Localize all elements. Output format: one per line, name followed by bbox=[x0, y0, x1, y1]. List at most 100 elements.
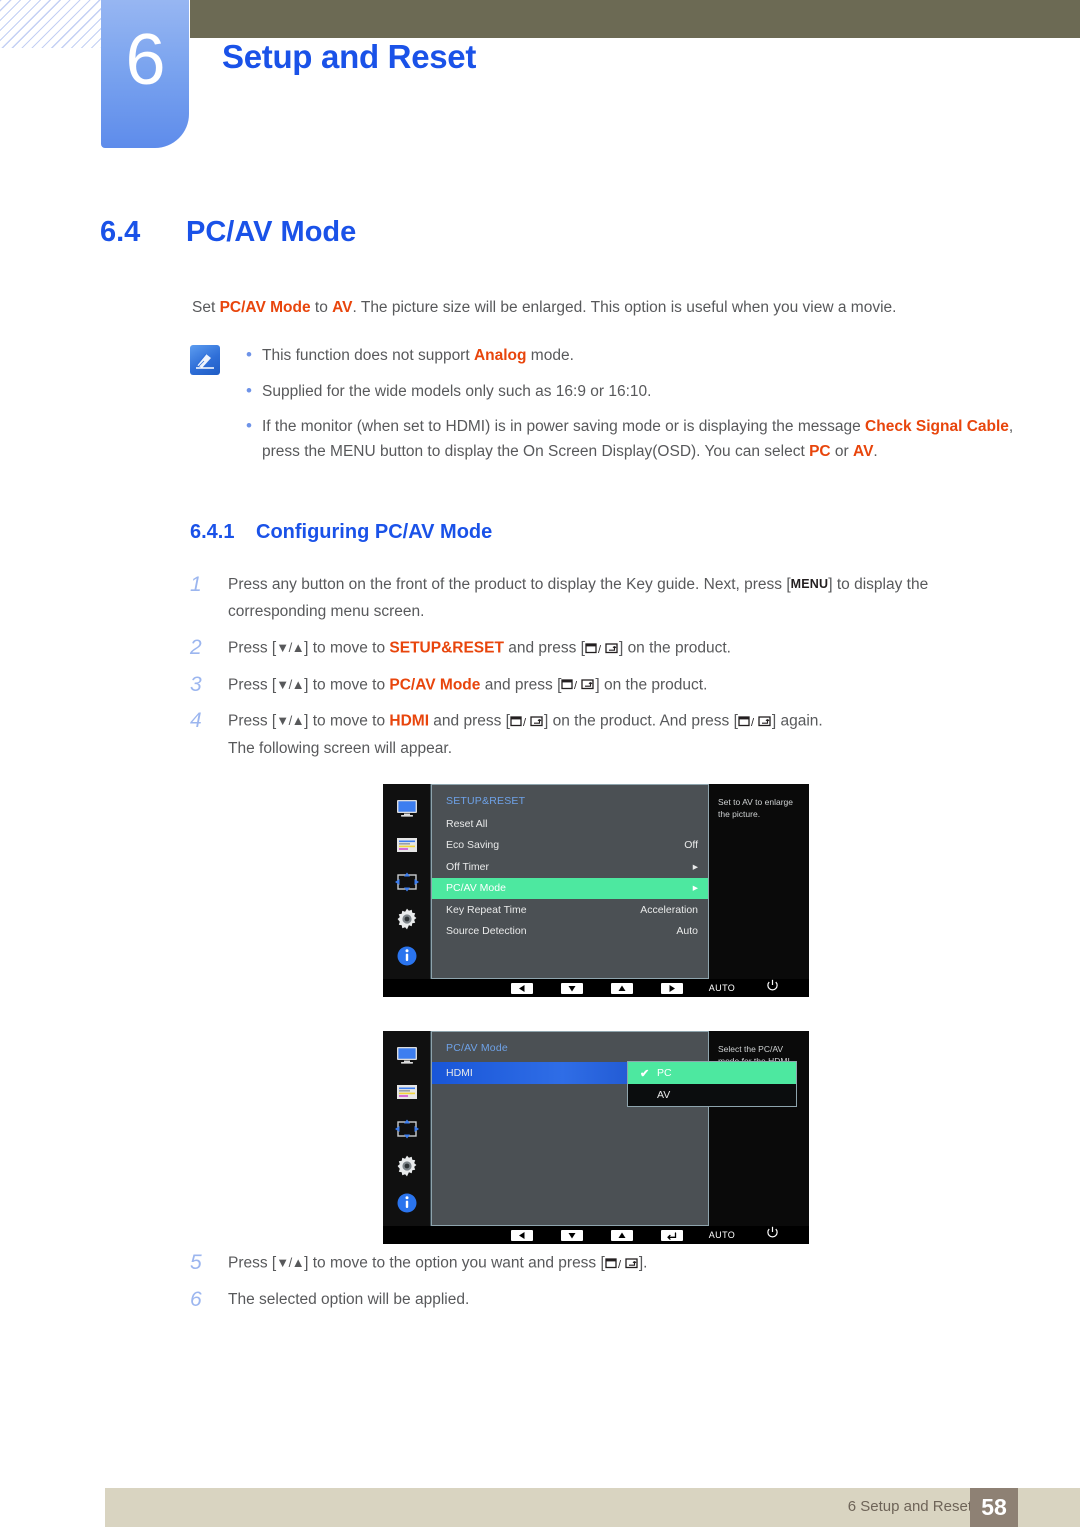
bullet-glyph: • bbox=[246, 345, 252, 364]
step-number: 3 bbox=[190, 672, 202, 696]
right-arrow-icon[interactable] bbox=[661, 982, 683, 994]
source-enter-keys-icon: / bbox=[605, 1257, 639, 1270]
osd1-body: SETUP&RESET Reset All Eco Saving Off Off… bbox=[431, 784, 709, 979]
osd1-row-eco-saving[interactable]: Eco Saving Off bbox=[432, 835, 708, 857]
s4-term: HDMI bbox=[389, 712, 429, 730]
step-text: The selected option will be applied. bbox=[228, 1290, 470, 1308]
enter-icon[interactable] bbox=[661, 1229, 683, 1241]
subsection-number: 6.4.1 bbox=[190, 521, 235, 543]
step-item: 2 Press [▼/▲] to move to SETUP&RESET and… bbox=[190, 634, 1020, 662]
bullet-glyph: • bbox=[246, 416, 252, 435]
intro-prefix: Set bbox=[192, 299, 220, 316]
power-icon[interactable] bbox=[766, 979, 779, 997]
s5-p2: ] to move to the option you want and pre… bbox=[304, 1254, 605, 1272]
osd1-tooltip: Set to AV to enlarge the picture. bbox=[709, 784, 809, 979]
osd1-main: SETUP&RESET Reset All Eco Saving Off Off… bbox=[383, 784, 809, 979]
up-arrow-icon[interactable] bbox=[611, 1229, 633, 1241]
info-icon[interactable] bbox=[394, 1192, 420, 1214]
s4-p5: ] again. bbox=[771, 712, 823, 730]
osd1-value: Acceleration bbox=[640, 903, 698, 916]
subsection-heading: 6.4.1 Configuring PC/AV Mode bbox=[190, 521, 492, 544]
intro-mid: to bbox=[310, 299, 333, 316]
picture-icon[interactable] bbox=[394, 834, 420, 856]
power-icon[interactable] bbox=[766, 1226, 779, 1244]
source-enter-keys-icon: / bbox=[561, 678, 595, 691]
osd2-option-label: AV bbox=[657, 1089, 671, 1101]
s2-p1: Press [ bbox=[228, 639, 277, 657]
osd2-title: PC/AV Mode bbox=[446, 1042, 508, 1054]
down-arrow-icon[interactable] bbox=[561, 1229, 583, 1241]
osd1-label: Key Repeat Time bbox=[446, 903, 527, 916]
note0-term-analog: Analog bbox=[473, 347, 527, 364]
s2-p4: ] on the product. bbox=[618, 639, 731, 657]
osd1-sidebar bbox=[383, 784, 431, 979]
note2-a: If the monitor (when set to HDMI) is in … bbox=[262, 418, 866, 435]
info-icon[interactable] bbox=[394, 945, 420, 967]
page-number-box: 58 bbox=[970, 1488, 1018, 1527]
gear-icon[interactable] bbox=[394, 1155, 420, 1177]
note2-term-av: AV bbox=[853, 442, 874, 460]
s3-p3: and press [ bbox=[480, 676, 562, 693]
osd1-row-reset-all[interactable]: Reset All bbox=[432, 813, 708, 835]
osd2-sidebar bbox=[383, 1031, 431, 1226]
svg-text:/: / bbox=[574, 680, 578, 691]
down-up-arrows-icon: ▼/▲ bbox=[276, 1255, 305, 1270]
osd2-body: PC/AV Mode HDMI ✔ PC AV bbox=[431, 1031, 797, 1226]
note0-b: mode. bbox=[526, 347, 574, 364]
step-list: 1 Press any button on the front of the p… bbox=[190, 571, 1020, 771]
s4-p3: and press [ bbox=[429, 712, 510, 730]
s2-p3: and press [ bbox=[503, 639, 585, 657]
osd2-row-hdmi[interactable]: HDMI bbox=[432, 1062, 650, 1084]
step-number: 6 bbox=[190, 1287, 202, 1311]
osd1-label: Eco Saving bbox=[446, 839, 500, 852]
osd2-option-pc[interactable]: ✔ PC bbox=[628, 1062, 796, 1084]
osd1-row-off-timer[interactable]: Off Timer ▸ bbox=[432, 856, 708, 878]
subsection-title: Configuring PC/AV Mode bbox=[256, 521, 493, 543]
picture-icon[interactable] bbox=[394, 1081, 420, 1103]
s4-followup: The following screen will appear. bbox=[228, 739, 453, 757]
s1-p1: Press any button on the front of the pro… bbox=[228, 576, 791, 593]
hatch-decoration bbox=[0, 0, 112, 48]
note-item: • If the monitor (when set to HDMI) is i… bbox=[240, 415, 1020, 464]
down-up-arrows-icon: ▼/▲ bbox=[276, 713, 305, 728]
chevron-right-icon: ▸ bbox=[692, 860, 698, 873]
auto-label: AUTO bbox=[708, 983, 736, 993]
intro-term-av: AV bbox=[332, 299, 353, 316]
down-arrow-icon[interactable] bbox=[561, 982, 583, 994]
size-position-icon[interactable] bbox=[394, 1118, 420, 1140]
s3-p2: ] to move to bbox=[304, 676, 390, 693]
chapter-number: 6 bbox=[125, 20, 165, 100]
gear-icon[interactable] bbox=[394, 908, 420, 930]
step-number: 1 bbox=[190, 573, 202, 596]
step-number: 2 bbox=[190, 636, 202, 659]
note-text: Supplied for the wide models only such a… bbox=[262, 382, 652, 400]
osd1-label: Off Timer bbox=[446, 860, 489, 873]
step-item: 1 Press any button on the front of the p… bbox=[190, 571, 1020, 625]
osd2-button-bar: AUTO bbox=[383, 1226, 809, 1244]
footer-chapter-label: 6 Setup and Reset bbox=[847, 1498, 972, 1515]
source-enter-keys-icon: / bbox=[510, 715, 544, 728]
left-arrow-icon[interactable] bbox=[511, 1229, 533, 1241]
step-item: 4 Press [▼/▲] to move to HDMI and press … bbox=[190, 707, 1020, 762]
note2-c: or bbox=[830, 442, 854, 460]
osd1-row-key-repeat-time[interactable]: Key Repeat Time Acceleration bbox=[432, 899, 708, 921]
osd1-row-pcav-mode[interactable]: PC/AV Mode ▸ bbox=[432, 877, 708, 899]
note0-a: This function does not support bbox=[262, 347, 474, 364]
intro-term-pcav: PC/AV Mode bbox=[219, 299, 311, 316]
monitor-icon[interactable] bbox=[394, 1044, 420, 1066]
size-position-icon[interactable] bbox=[394, 871, 420, 893]
osd2-option-av[interactable]: AV bbox=[628, 1084, 796, 1106]
bullet-glyph: • bbox=[246, 380, 252, 400]
osd1-row-source-detection[interactable]: Source Detection Auto bbox=[432, 921, 708, 943]
osd1-value: Auto bbox=[676, 925, 698, 938]
up-arrow-icon[interactable] bbox=[611, 982, 633, 994]
note-list: • This function does not support Analog … bbox=[240, 344, 1020, 475]
down-up-arrows-icon: ▼/▲ bbox=[276, 676, 305, 692]
left-arrow-icon[interactable] bbox=[511, 982, 533, 994]
s3-p4: ] on the product. bbox=[595, 676, 708, 693]
monitor-icon[interactable] bbox=[394, 797, 420, 819]
section-number: 6.4 bbox=[100, 216, 141, 248]
note-item: • Supplied for the wide models only such… bbox=[240, 380, 1020, 405]
menu-key-label: MENU bbox=[790, 577, 829, 591]
note-pencil-icon bbox=[190, 345, 220, 375]
